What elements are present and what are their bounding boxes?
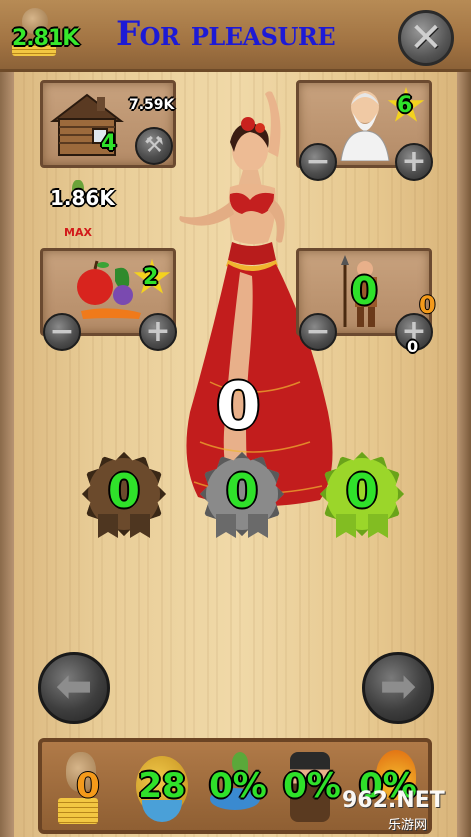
- food-count: 2: [143, 265, 159, 290]
- food-panel: 2 − +: [40, 248, 177, 351]
- arrow-left-icon: ⬅: [55, 661, 93, 712]
- house-level: 4: [101, 131, 117, 156]
- income-value: 1.86K: [50, 186, 115, 210]
- prev-page-button[interactable]: ⬅: [38, 652, 110, 724]
- bottom-stat-one-value: 0%: [209, 766, 267, 806]
- left-border: [0, 0, 14, 837]
- guard-sub-value: 0: [407, 337, 419, 356]
- bronze-count: 0: [107, 464, 140, 518]
- food-minus-button[interactable]: −: [43, 313, 81, 351]
- sage-panel: 6 − +: [296, 80, 433, 181]
- next-page-button[interactable]: ➡: [362, 652, 434, 724]
- guard-panel: 0 0 − + 0: [296, 248, 436, 356]
- house-upgrade-cost: 7.59K: [129, 97, 175, 113]
- right-border: [457, 0, 471, 837]
- top-bar: 2.81K For pleasure ✕: [0, 0, 471, 72]
- guard-count: 0: [351, 269, 378, 313]
- gold-count: 0: [345, 464, 378, 518]
- hammer-icon: ⚒: [144, 133, 164, 158]
- bottom-population: 28: [126, 748, 198, 832]
- sage-minus-button[interactable]: −: [299, 143, 337, 181]
- gold-rosette: 0: [320, 452, 404, 538]
- upgrade-hammer-button[interactable]: ⚒: [135, 127, 173, 165]
- guard-minus-button[interactable]: −: [299, 313, 337, 351]
- silver-count: 0: [225, 464, 258, 518]
- watermark: 962.NET 乐游网: [336, 788, 466, 834]
- bottom-coins-value: 0: [76, 766, 100, 806]
- money-value: 2.81K: [12, 26, 79, 51]
- old-sage-icon: [340, 91, 390, 161]
- silver-rosette: 0: [200, 452, 284, 538]
- watermark-text: 962.NET: [342, 788, 445, 813]
- house-panel[interactable]: 4 7.59K ⚒: [40, 80, 176, 168]
- money-display: 2.81K: [4, 6, 84, 64]
- watermark-sub: 乐游网: [388, 818, 428, 833]
- bottom-population-value: 28: [138, 766, 186, 806]
- income-display: 1.86K MAX: [50, 180, 115, 240]
- sage-plus-button[interactable]: +: [395, 143, 433, 181]
- sage-count: 6: [397, 93, 413, 118]
- arrow-right-icon: ➡: [379, 661, 417, 712]
- close-button[interactable]: ✕: [398, 10, 454, 66]
- page-title: For pleasure: [116, 14, 336, 54]
- fruit-vegetables-icon: [77, 260, 141, 319]
- bronze-rosette: 0: [82, 452, 166, 538]
- bottom-stat-one: 0%: [202, 748, 274, 832]
- close-x-icon: ✕: [409, 15, 443, 61]
- bottom-coins: 0: [52, 748, 124, 832]
- food-plus-button[interactable]: +: [139, 313, 177, 351]
- income-max-label: MAX: [64, 226, 92, 239]
- center-counter: 0: [216, 370, 261, 444]
- game-screen: 2.81K For pleasure ✕ 4 7.59K ⚒ 1.86K MAX…: [0, 0, 471, 837]
